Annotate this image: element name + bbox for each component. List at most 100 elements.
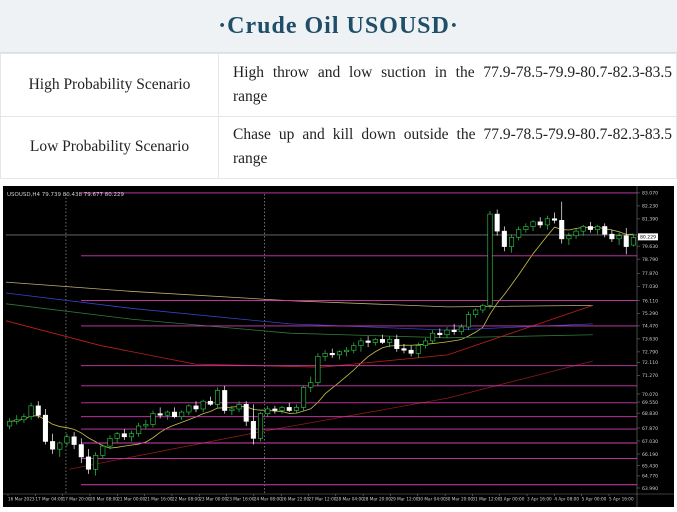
time-tick-label: 21 Mar 16:00 (145, 497, 173, 502)
price-tick-label: 65.430 (642, 464, 658, 470)
candle-body (315, 356, 321, 383)
candle-body (150, 413, 156, 425)
candle-body (164, 411, 170, 416)
time-tick-label: 17 Mar 04:00 (35, 497, 63, 502)
candle-body (64, 436, 70, 444)
time-tick-label: 20 Mar 08:00 (90, 497, 118, 502)
candle-body (408, 349, 414, 354)
candle-body (465, 314, 472, 328)
price-tick-label: 79.630 (642, 244, 658, 250)
time-tick-label: 24 Mar 08:00 (254, 497, 282, 502)
candle-body (365, 340, 371, 343)
candle-body (552, 218, 558, 221)
candle-body (215, 390, 221, 405)
time-tick-label: 23 Mar 16:00 (227, 497, 255, 502)
candle-body (630, 237, 636, 246)
time-tick-label: 28 Mar 04:00 (336, 497, 364, 502)
candle-body (78, 444, 84, 458)
candle-body (7, 421, 13, 427)
candle-body (494, 213, 500, 232)
candle-body (595, 226, 601, 230)
time-tick-label: 4 Apr 08:00 (554, 497, 579, 502)
scenario-label: Low Probability Scenario (0, 115, 219, 179)
candle-body (193, 405, 199, 410)
candle-body (537, 221, 543, 226)
price-tick-label: 78.790 (642, 257, 658, 263)
price-tick-label: 77.870 (642, 271, 658, 277)
time-tick-label: 3 Apr 00:00 (500, 497, 525, 502)
candle-body (293, 407, 299, 411)
candle-body (171, 411, 178, 418)
table-row: Low Probability Scenario Chase up and ki… (0, 115, 677, 179)
candle-body (143, 424, 149, 427)
candle-body (35, 405, 41, 416)
candle-body (473, 309, 479, 315)
candle-body (609, 233, 615, 240)
candle-body (387, 339, 393, 343)
time-tick-label: 26 Mar 22:00 (281, 497, 309, 502)
time-tick-label: 21 Mar 00:00 (117, 497, 145, 502)
candle-body (222, 390, 228, 411)
time-tick-label: 3 Apr 16:00 (527, 497, 552, 502)
candle-body (523, 226, 529, 230)
scenario-table: High Probability Scenario High throw and… (0, 53, 677, 179)
price-tick-label: 68.830 (642, 411, 658, 417)
candle-body (200, 400, 206, 410)
time-tick-label: 22 Mar 08:00 (172, 497, 200, 502)
candle-body (322, 352, 328, 357)
candle-body (265, 408, 271, 414)
price-tick-label: 73.630 (642, 337, 658, 343)
scenario-text: High throw and low suction in the 77.9-7… (218, 53, 677, 117)
candle-body (508, 237, 515, 247)
candle-body (157, 413, 163, 416)
time-tick-label: 17 Mar 20:00 (63, 497, 91, 502)
time-tick-label: 27 Mar 12:00 (309, 497, 337, 502)
time-tick-label: 16 Mar 2023 (8, 497, 35, 502)
current-price-label: 80.229 (640, 235, 656, 241)
candle-body (136, 425, 142, 435)
candle-body (186, 405, 192, 413)
time-tick-label: 23 Mar 00:00 (199, 497, 227, 502)
candle-body (394, 339, 400, 349)
time-tick-label: 31 Mar 12:00 (472, 497, 500, 502)
price-tick-label: 77.030 (642, 284, 658, 290)
candle-body (372, 339, 378, 343)
candle-body (21, 416, 27, 421)
candle-body (415, 345, 421, 354)
page-title: ·Crude Oil USOUSD· (0, 0, 677, 53)
price-tick-label: 69.550 (642, 400, 658, 406)
candle-body (566, 235, 572, 240)
price-tick-label: 82.230 (642, 204, 658, 210)
candle-body (93, 455, 99, 470)
time-tick-label: 30 Mar 20:00 (445, 497, 473, 502)
candle-body (480, 305, 486, 311)
candle-body (573, 230, 579, 237)
candle-body (279, 407, 285, 411)
candle-body (336, 351, 342, 356)
candle-body (501, 230, 507, 247)
candle-body (587, 226, 593, 230)
candle-body (128, 433, 135, 438)
scenario-text: Chase up and kill down outside the 77.9-… (218, 115, 677, 179)
candle-body (179, 411, 185, 418)
candle-body (401, 348, 407, 351)
candle-body (308, 382, 314, 388)
price-tick-label: 72.790 (642, 350, 658, 356)
price-tick-label: 81.390 (642, 217, 658, 223)
candle-body (344, 349, 350, 353)
candle-body (379, 339, 385, 343)
time-tick-label: 28 Mar 20:00 (363, 497, 391, 502)
candle-body (85, 456, 91, 470)
price-tick-label: 67.030 (642, 439, 658, 445)
candle-body (50, 441, 56, 450)
candle-body (250, 421, 256, 439)
candle-body (530, 221, 536, 227)
chart-title: USOUSD,H4 79.739 80.438 79.677 80.229 (7, 192, 124, 198)
candle-body (14, 419, 20, 422)
candle-body (100, 445, 106, 456)
candle-body (57, 442, 63, 450)
candle-body (42, 414, 48, 442)
candle-body (602, 226, 608, 235)
candle-body (623, 235, 629, 247)
price-chart-svg: 83.070 82.230 81.390 80.229 79.630 78.790 77.8… (3, 186, 674, 507)
